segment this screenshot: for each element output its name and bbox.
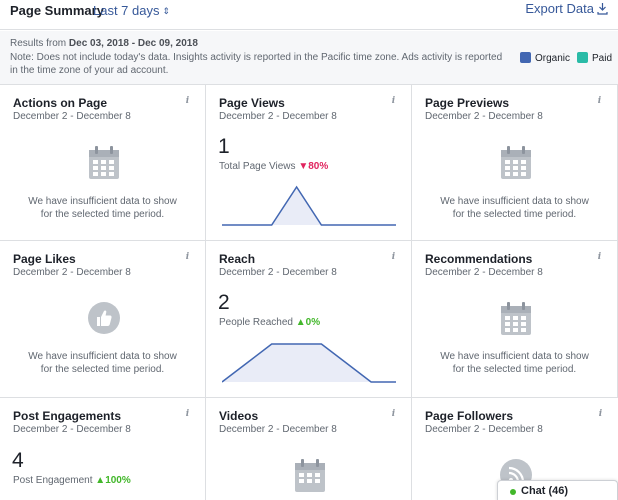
card-actions-on-page[interactable]: Actions on Page December 2 - December 8 …: [0, 85, 206, 241]
card-recommendations[interactable]: Recommendations December 2 - December 8 …: [412, 241, 618, 398]
export-data-button[interactable]: Export Data: [525, 1, 608, 16]
change-up: ▲100%: [95, 475, 131, 486]
caret-updown-icon: ⇕: [162, 6, 171, 16]
metric-label: Post Engagement ▲100%: [13, 475, 131, 486]
card-title: Page Followers: [425, 409, 514, 423]
card-date-range: December 2 - December 8: [219, 111, 337, 122]
thumbs-up-icon: [88, 302, 120, 334]
summary-header: Page Summary Last 7 days ⇕ Export Data: [0, 0, 618, 30]
card-date-range: December 2 - December 8: [219, 424, 337, 435]
results-info: Results from Dec 03, 2018 - Dec 09, 2018…: [0, 31, 618, 85]
card-date-range: December 2 - December 8: [425, 424, 543, 435]
metric-value: 2: [218, 291, 230, 314]
card-date-range: December 2 - December 8: [425, 267, 543, 278]
info-icon[interactable]: i: [390, 96, 397, 106]
card-page-views[interactable]: Page Views December 2 - December 8 i 1 T…: [206, 85, 412, 241]
info-icon[interactable]: i: [184, 409, 191, 419]
info-icon[interactable]: i: [596, 252, 603, 262]
info-icon[interactable]: i: [184, 96, 191, 106]
reach-chart: [222, 343, 396, 383]
card-post-engagements[interactable]: Post Engagements December 2 - December 8…: [0, 398, 206, 500]
metric-value: 1: [218, 135, 230, 158]
card-date-range: December 2 - December 8: [219, 267, 337, 278]
card-title: Reach: [219, 252, 256, 266]
date-range-dropdown[interactable]: Last 7 days ⇕: [93, 3, 170, 18]
results-date-range: Dec 03, 2018 - Dec 09, 2018: [68, 38, 198, 49]
results-range: Results from Dec 03, 2018 - Dec 09, 2018: [10, 38, 198, 49]
card-page-previews[interactable]: Page Previews December 2 - December 8 i …: [412, 85, 618, 241]
empty-message: We have insufficient data to show for th…: [440, 351, 589, 375]
change-down: ▼80%: [298, 161, 329, 172]
calendar-icon: [295, 459, 325, 492]
chat-tab[interactable]: Chat (46): [497, 480, 618, 500]
change-up: ▲0%: [295, 317, 321, 328]
organic-swatch: [520, 52, 531, 63]
card-title: Actions on Page: [13, 96, 108, 110]
card-title: Recommendations: [425, 252, 533, 266]
card-page-likes[interactable]: Page Likes December 2 - December 8 i We …: [0, 241, 206, 398]
card-title: Videos: [219, 409, 259, 423]
chat-label: Chat (46): [521, 485, 569, 497]
export-data-label: Export Data: [525, 1, 594, 16]
empty-message: We have insufficient data to show for th…: [440, 196, 589, 220]
date-range-label: Last 7 days: [93, 3, 160, 18]
info-icon[interactable]: i: [390, 409, 397, 419]
calendar-icon: [89, 146, 119, 179]
paid-swatch: [577, 52, 588, 63]
card-date-range: December 2 - December 8: [13, 424, 131, 435]
page-views-chart: [222, 185, 396, 226]
insights-grid: Actions on Page December 2 - December 8 …: [0, 85, 618, 500]
online-status-icon: [510, 489, 516, 495]
download-icon: [597, 3, 608, 15]
card-title: Page Previews: [425, 96, 510, 110]
info-icon[interactable]: i: [390, 252, 397, 262]
legend-paid: Paid: [577, 52, 612, 64]
card-videos[interactable]: Videos December 2 - December 8 i: [206, 398, 412, 500]
empty-message: We have insufficient data to show for th…: [28, 196, 177, 220]
calendar-icon: [501, 146, 531, 179]
info-icon[interactable]: i: [596, 96, 603, 106]
metric-value: 4: [12, 449, 24, 472]
card-date-range: December 2 - December 8: [13, 111, 131, 122]
calendar-icon: [501, 302, 531, 335]
page-title: Page Summary: [10, 3, 104, 18]
results-note: Note: Does not include today's data. Ins…: [10, 52, 503, 76]
card-reach[interactable]: Reach December 2 - December 8 i 2 People…: [206, 241, 412, 398]
card-title: Post Engagements: [13, 409, 122, 423]
card-date-range: December 2 - December 8: [425, 111, 543, 122]
metric-label: Total Page Views ▼80%: [219, 161, 329, 172]
card-title: Page Views: [219, 96, 285, 110]
info-icon[interactable]: i: [597, 409, 604, 419]
empty-message: We have insufficient data to show for th…: [28, 351, 177, 375]
info-icon[interactable]: i: [184, 252, 191, 262]
legend-organic: Organic: [520, 52, 570, 64]
metric-label: People Reached ▲0%: [219, 317, 321, 328]
card-title: Page Likes: [13, 252, 76, 266]
card-date-range: December 2 - December 8: [13, 267, 131, 278]
